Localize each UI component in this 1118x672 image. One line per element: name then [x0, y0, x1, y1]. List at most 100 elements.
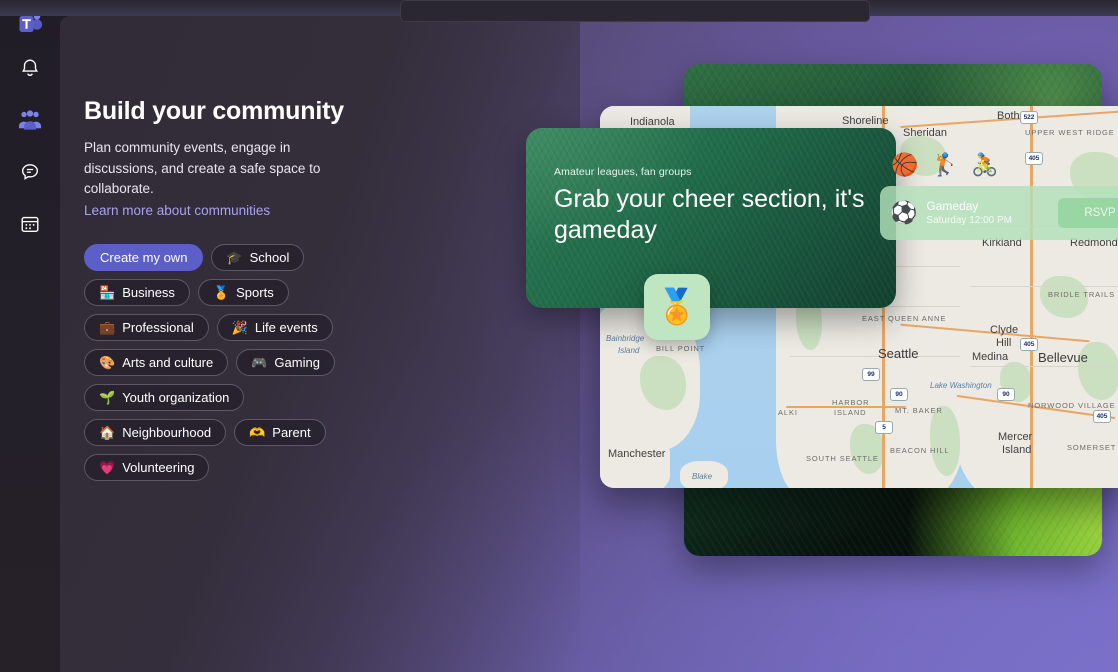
chip-neighbourhood[interactable]: 🏠 Neighbourhood: [84, 418, 227, 446]
chip-label: Arts and culture: [122, 354, 214, 370]
chip-label: Create my own: [100, 249, 188, 265]
map-route-shield: 5: [875, 421, 893, 434]
learn-more-link[interactable]: Learn more about communities: [84, 203, 270, 218]
chip-youth-organization[interactable]: 🌱 Youth organization: [84, 383, 245, 411]
map-label: Hill: [996, 337, 1012, 349]
chip-school[interactable]: 🎓 School: [211, 243, 305, 271]
chip-business[interactable]: 🏪 Business: [84, 278, 190, 306]
sidebar-item-communities[interactable]: [8, 98, 52, 142]
sidebar-item-activity[interactable]: [8, 46, 52, 90]
medal-emoji: 🏅: [212, 284, 230, 300]
map-label: Mercer: [998, 431, 1033, 443]
map-label: UPPER WEST RIDGE: [1025, 128, 1115, 137]
map-label: Island: [1002, 444, 1032, 456]
map-label: NORWOOD VILLAGE: [1028, 401, 1116, 410]
map-label: Island: [618, 346, 640, 355]
chip-label: Parent: [272, 424, 311, 440]
chip-label: Volunteering: [122, 459, 195, 475]
map-route-shield: 522: [1020, 111, 1038, 124]
map-label: ISLAND: [834, 408, 867, 417]
promo-card[interactable]: Amateur leagues, fan groups Grab your ch…: [526, 128, 896, 308]
map-label: BEACON HILL: [890, 446, 950, 455]
graduation-cap-emoji: 🎓: [226, 249, 243, 265]
avatar: 🏀: [891, 152, 919, 177]
map-label: Indianola: [630, 116, 675, 128]
chip-create-my-own[interactable]: Create my own: [84, 243, 204, 271]
artist-palette-emoji: 🎨: [99, 354, 116, 370]
sidebar-item-calendar[interactable]: [8, 202, 52, 246]
promo-kicker: Amateur leagues, fan groups: [554, 166, 692, 178]
map-route-shield: 405: [1025, 152, 1043, 165]
gameday-event-card[interactable]: ⚽ Gameday Saturday 12:00 PM RSVP: [880, 186, 1118, 240]
chip-professional[interactable]: 💼 Professional: [84, 313, 209, 341]
people-icon: [18, 109, 42, 131]
app-rail: [0, 0, 60, 672]
rsvp-button[interactable]: RSVP: [1058, 198, 1118, 228]
map-label: ALKI: [778, 408, 798, 417]
chip-sports[interactable]: 🏅 Sports: [197, 278, 289, 306]
chip-label: School: [249, 249, 290, 265]
map-label: SOUTH SEATTLE: [806, 454, 879, 463]
map-label: Manchester: [608, 448, 666, 460]
party-popper-emoji: 🎉: [231, 319, 248, 335]
map-label: Clyde: [990, 324, 1019, 336]
avatar: 🚴: [971, 152, 999, 177]
map-route-shield: 405: [1093, 410, 1111, 423]
chip-label: Neighbourhood: [122, 424, 212, 440]
search-bar-region: [400, 0, 870, 22]
title-bar: [0, 0, 1118, 22]
map-label: Bainbridge: [606, 334, 645, 343]
map-label: Lake Washington: [930, 381, 992, 390]
map-label: BRIDLE TRAILS: [1048, 290, 1115, 299]
map-label: BILL POINT: [656, 344, 706, 353]
map-label: Sheridan: [903, 127, 948, 139]
calendar-icon: [19, 213, 41, 235]
page-subtitle: Plan community events, engage in discuss…: [84, 140, 321, 197]
seedling-emoji: 🌱: [99, 389, 116, 405]
map-label: Seattle: [878, 346, 919, 361]
promo-title: Grab your cheer section, it's gameday: [554, 185, 865, 244]
map-street: [790, 356, 960, 357]
heart-hands-emoji: 🫶: [249, 424, 266, 440]
briefcase-emoji: 💼: [99, 319, 116, 335]
store-emoji: 🏪: [99, 284, 116, 300]
community-artwork: Indianola Shoreline Sheridan Bothell UPPER W…: [526, 50, 1118, 556]
map-label: MT. BAKER: [895, 406, 943, 415]
community-type-chip-list: Create my own 🎓 School 🏪 Business 🏅 Sports 💼 Pro…: [84, 243, 384, 481]
chip-gaming[interactable]: 🎮 Gaming: [236, 348, 335, 376]
video-game-emoji: 🎮: [251, 354, 268, 370]
chip-label: Youth organization: [122, 389, 230, 405]
chip-label: Sports: [236, 284, 274, 300]
map-label: Shoreline: [842, 115, 889, 127]
map-label: Medina: [972, 351, 1009, 363]
map-route-shield: 99: [862, 368, 880, 381]
map-label: HARBOR: [832, 398, 870, 407]
map-label: Blake: [692, 472, 713, 481]
house-emoji: 🏠: [99, 424, 116, 440]
chip-parent[interactable]: 🫶 Parent: [234, 418, 326, 446]
map-street: [970, 286, 1118, 287]
map-label: EAST QUEEN ANNE: [862, 314, 947, 323]
soccer-ball-emoji: ⚽: [890, 200, 918, 225]
gameday-datetime: Saturday 12:00 PM: [926, 215, 1013, 226]
chip-label: Professional: [122, 319, 194, 335]
chip-life-events[interactable]: 🎉 Life events: [216, 313, 333, 341]
chip-label: Life events: [254, 319, 318, 335]
map-route-shield: 405: [1020, 338, 1038, 351]
chip-arts-and-culture[interactable]: 🎨 Arts and culture: [84, 348, 229, 376]
sports-medal-emoji: 🏅: [644, 274, 710, 340]
gameday-title: Gameday: [926, 199, 979, 213]
chip-volunteering[interactable]: 💗 Volunteering: [84, 453, 210, 481]
map-street: [970, 366, 1118, 367]
search-input[interactable]: [400, 0, 870, 22]
map-label: Bellevue: [1038, 350, 1088, 365]
sidebar-item-chat[interactable]: [8, 150, 52, 194]
chip-label: Business: [122, 284, 175, 300]
bell-icon: [19, 57, 41, 79]
main-panel: Build your community Plan community even…: [60, 16, 1118, 672]
avatar: 🏌️: [931, 152, 959, 177]
map-route-shield: 90: [997, 388, 1015, 401]
chat-bubble-icon: [19, 161, 41, 183]
map-route-shield: 90: [890, 388, 908, 401]
chip-label: Gaming: [274, 354, 320, 370]
